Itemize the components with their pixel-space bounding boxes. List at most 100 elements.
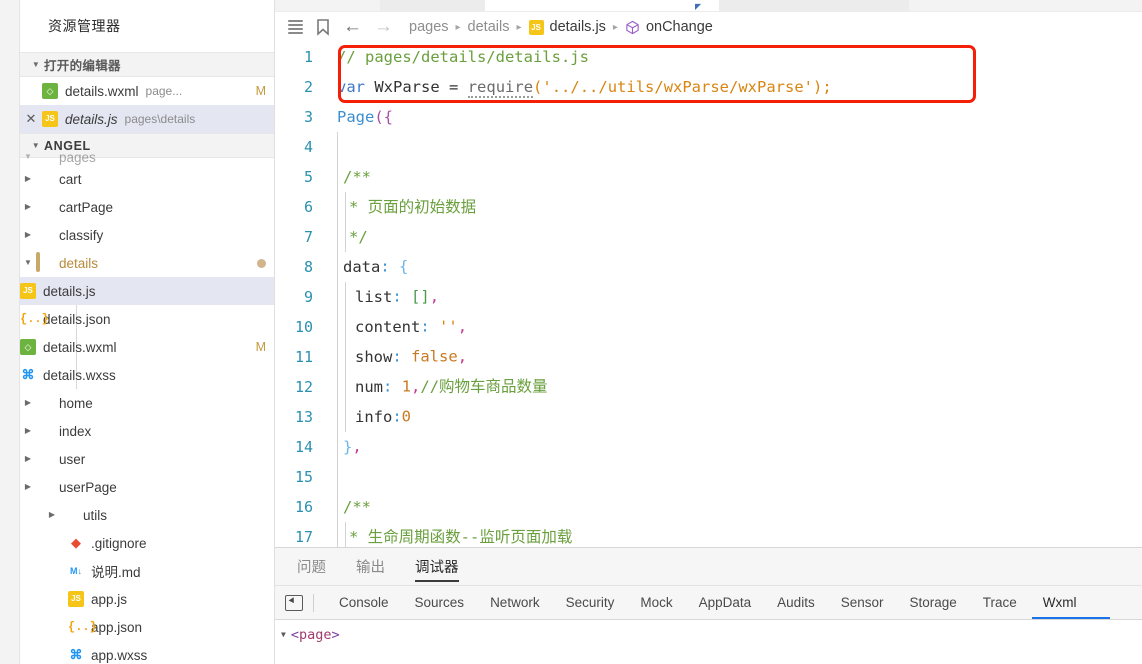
code-line-7: 7 */ — [275, 222, 1142, 252]
indent-guide — [337, 522, 338, 547]
token-comma: , — [429, 287, 440, 306]
indent-guide — [337, 282, 338, 312]
outline-list-icon[interactable] — [281, 13, 309, 41]
tree-item-app-wxss[interactable]: ⌘ app.wxss — [20, 641, 274, 664]
devtools-tab-bar: Console Sources Network Security Mock Ap… — [275, 586, 1142, 620]
tree-item-details-js[interactable]: JS details.js — [20, 277, 274, 305]
open-editor-path: page... — [145, 84, 183, 98]
code-line-1: 1 // pages/details/details.js — [275, 42, 1142, 72]
tree-item-cart[interactable]: ▶ cart — [20, 165, 274, 193]
token-number: 1 — [401, 377, 412, 396]
close-icon[interactable]: ✕ — [20, 111, 42, 127]
navigate-back-button[interactable]: ← — [337, 16, 368, 38]
tree-item-label: home — [59, 395, 93, 411]
tree-item-user[interactable]: ▶ user — [20, 445, 274, 473]
devtools-tab-mock[interactable]: Mock — [627, 586, 685, 619]
open-editor-item-details-wxml[interactable]: ◇ details.wxml page... M — [20, 77, 274, 105]
chevron-down-icon: ▼ — [24, 258, 32, 267]
breadcrumb-segment-details[interactable]: details — [468, 19, 510, 35]
token-property-data: data — [343, 257, 381, 276]
chevron-right-icon: ▶ — [24, 426, 32, 435]
bottom-panel: 问题 输出 调试器 Console Sources Network Securi… — [275, 547, 1142, 664]
tree-item-readme-md[interactable]: M↓ 说明.md — [20, 557, 274, 585]
token-require: require — [467, 78, 534, 98]
breadcrumb-separator-icon: ▸ — [516, 21, 522, 33]
editor-tab-active[interactable] — [485, 0, 719, 11]
dom-node-page[interactable]: ▼ < page > — [281, 626, 1142, 643]
code-line-17: 17 * 生命周期函数--监听页面加载 — [275, 522, 1142, 547]
code-content: data: { — [327, 252, 408, 282]
devtools-tab-network[interactable]: Network — [477, 586, 553, 619]
code-line-2: 2 var WxParse = require('../../utils/wxP… — [275, 72, 1142, 102]
tree-item-details[interactable]: ▼ details — [20, 249, 274, 277]
chevron-down-icon[interactable]: ▼ — [281, 630, 286, 639]
panel-tab-problems[interactable]: 问题 — [297, 548, 326, 586]
bookmark-icon[interactable] — [309, 13, 337, 41]
open-editor-item-details-js[interactable]: ✕ JS details.js pages\details — [20, 105, 274, 133]
devtools-tab-sensor[interactable]: Sensor — [828, 586, 897, 619]
tree-item-app-json[interactable]: {..} app.json — [20, 613, 274, 641]
breadcrumb-segment-file[interactable]: details.js — [550, 19, 606, 35]
chevron-right-icon: ▶ — [24, 482, 32, 491]
token-comma: , — [457, 317, 468, 336]
divider — [313, 593, 314, 612]
explorer-sidebar: 资源管理器 ▼ 打开的编辑器 ◇ details.wxml page... M … — [20, 0, 275, 664]
code-editor[interactable]: 1 // pages/details/details.js 2 var WxPa… — [275, 42, 1142, 547]
code-content: */ — [327, 222, 368, 252]
bookmark-glyph — [317, 18, 329, 36]
tree-item-utils[interactable]: ▶ utils — [20, 501, 274, 529]
tree-item-home[interactable]: ▶ home — [20, 389, 274, 417]
devtools-tab-trace[interactable]: Trace — [970, 586, 1030, 619]
editor-tab-inactive[interactable] — [380, 0, 485, 11]
token-page-call: Page — [337, 108, 375, 126]
tree-item-label: classify — [59, 227, 104, 243]
tree-item-label: index — [59, 423, 92, 439]
tree-item-classify[interactable]: ▶ classify — [20, 221, 274, 249]
token-comment: * 页面的初始数据 — [349, 197, 477, 216]
panel-tab-debugger[interactable]: 调试器 — [415, 548, 459, 586]
token-comma: , — [457, 347, 468, 366]
code-line-5: 5 /** — [275, 162, 1142, 192]
wxml-dom-tree: ▼ < page > — [275, 620, 1142, 664]
dom-tag-name: page — [298, 626, 332, 643]
line-number: 3 — [303, 108, 313, 126]
code-content: list: [], — [327, 282, 439, 312]
tree-item-userpage[interactable]: ▶ userPage — [20, 473, 274, 501]
tree-item-pages[interactable]: ▼ pages — [20, 149, 274, 165]
editor-tab-strip: ◤ — [275, 0, 1142, 12]
chevron-down-icon: ▼ — [24, 152, 32, 161]
code-line-9: 9 list: [], — [275, 282, 1142, 312]
tree-item-gitignore[interactable]: ◆ .gitignore — [20, 529, 274, 557]
token-paren-close: ); — [813, 78, 832, 96]
code-content: // pages/details/details.js — [337, 48, 589, 66]
devtools-tab-audits[interactable]: Audits — [764, 586, 828, 619]
chevron-right-icon: ▶ — [48, 510, 56, 519]
activity-bar — [0, 0, 20, 664]
devtools-tab-console[interactable]: Console — [326, 586, 402, 619]
chevron-down-icon: ▼ — [31, 59, 41, 69]
tree-item-app-js[interactable]: JS app.js — [20, 585, 274, 613]
devtools-tab-sources[interactable]: Sources — [402, 586, 478, 619]
navigate-forward-button[interactable]: → — [368, 16, 399, 38]
wxss-file-icon: ⌘ — [21, 367, 35, 382]
tree-item-cartpage[interactable]: ▶ cartPage — [20, 193, 274, 221]
tree-item-details-wxml[interactable]: ◇ details.wxml M — [20, 333, 274, 361]
inspect-element-icon[interactable] — [285, 594, 303, 611]
tree-item-index[interactable]: ▶ index — [20, 417, 274, 445]
line-number: 14 — [294, 438, 313, 456]
open-editors-section-header[interactable]: ▼ 打开的编辑器 — [20, 52, 274, 77]
token-paren-open: ( — [533, 78, 543, 96]
token-property-show: show — [355, 347, 393, 366]
devtools-tab-security[interactable]: Security — [553, 586, 628, 619]
tree-item-details-json[interactable]: {..} details.json — [20, 305, 274, 333]
open-editor-name: details.js — [65, 111, 118, 127]
tree-item-details-wxss[interactable]: ⌘ details.wxss — [20, 361, 274, 389]
editor-tab-inactive-2[interactable] — [718, 0, 909, 11]
devtools-tab-storage[interactable]: Storage — [896, 586, 969, 619]
chevron-right-icon: ▶ — [24, 202, 32, 211]
breadcrumb-segment-pages[interactable]: pages — [409, 19, 449, 35]
breadcrumb-segment-symbol[interactable]: onChange — [646, 19, 713, 35]
devtools-tab-wxml[interactable]: Wxml — [1030, 586, 1110, 619]
devtools-tab-appdata[interactable]: AppData — [686, 586, 765, 619]
panel-tab-output[interactable]: 输出 — [356, 548, 385, 586]
